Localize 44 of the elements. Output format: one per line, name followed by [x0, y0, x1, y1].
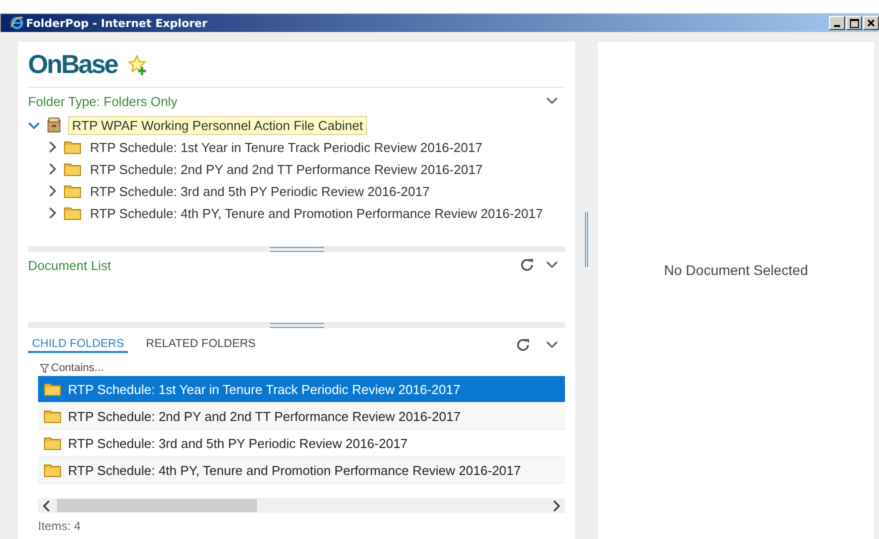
folder-icon	[44, 436, 61, 450]
list-row[interactable]: RTP Schedule: 1st Year in Tenure Track Periodic Review 2016-2017	[38, 376, 565, 403]
close-button[interactable]	[863, 16, 879, 30]
filter-icon	[40, 364, 49, 372]
resize-handle[interactable]	[585, 212, 588, 267]
logo: OnBase	[28, 49, 118, 80]
horizontal-scrollbar[interactable]	[38, 498, 565, 513]
list-row[interactable]: RTP Schedule: 2nd PY and 2nd TT Performance Review 2016-2017	[38, 403, 565, 430]
tab[interactable]: RELATED FOLDERS	[142, 338, 260, 352]
maximize-icon	[850, 18, 858, 28]
folder-icon	[64, 184, 81, 198]
section-title: Folder Type: Folders Only	[28, 94, 178, 108]
refresh-icon[interactable]	[519, 257, 535, 273]
folder-icon	[44, 463, 61, 477]
chevron-down-icon[interactable]	[545, 260, 559, 270]
window-title: FolderPop - Internet Explorer	[26, 16, 208, 30]
folder-icon	[64, 140, 81, 154]
folder-icon	[64, 206, 81, 220]
tree-item[interactable]: RTP WPAF Working Personnel Action File Cabinet	[68, 116, 367, 134]
cabinet-icon	[46, 117, 62, 133]
section-title: Document List	[28, 258, 112, 272]
maximize-button[interactable]	[846, 16, 862, 30]
item-count: Items: 4	[38, 519, 82, 533]
browser-logo-icon	[10, 16, 24, 30]
minimize-button[interactable]	[829, 16, 845, 30]
folder-icon	[44, 409, 61, 423]
folder-icon	[44, 382, 61, 396]
tree-item[interactable]: RTP Schedule: 1st Year in Tenure Track Periodic Review 2016-2017	[87, 138, 486, 156]
resize-handle[interactable]	[270, 322, 324, 328]
resize-handle[interactable]	[270, 246, 324, 252]
tree-item[interactable]: RTP Schedule: 2nd PY and 2nd TT Performance Review 2016-2017	[87, 160, 486, 178]
scroll-left-icon[interactable]	[43, 500, 51, 512]
tab[interactable]: CHILD FOLDERS	[28, 338, 128, 352]
scroll-right-icon[interactable]	[552, 500, 560, 512]
chevron-down-icon[interactable]	[545, 340, 559, 350]
chevron-down-icon[interactable]	[545, 96, 559, 106]
star-add-icon[interactable]	[127, 54, 150, 76]
refresh-icon[interactable]	[515, 337, 531, 353]
tree-item[interactable]: RTP Schedule: 4th PY, Tenure and Promotion Performance Review 2016-2017	[87, 204, 546, 222]
list-row[interactable]: RTP Schedule: 4th PY, Tenure and Promotion Performance Review 2016-2017	[38, 457, 565, 484]
tree-item[interactable]: RTP Schedule: 3rd and 5th PY Periodic Review 2016-2017	[87, 182, 433, 200]
viewer-message: No Document Selected	[664, 262, 808, 280]
close-icon	[867, 19, 875, 27]
folder-icon	[64, 162, 81, 176]
